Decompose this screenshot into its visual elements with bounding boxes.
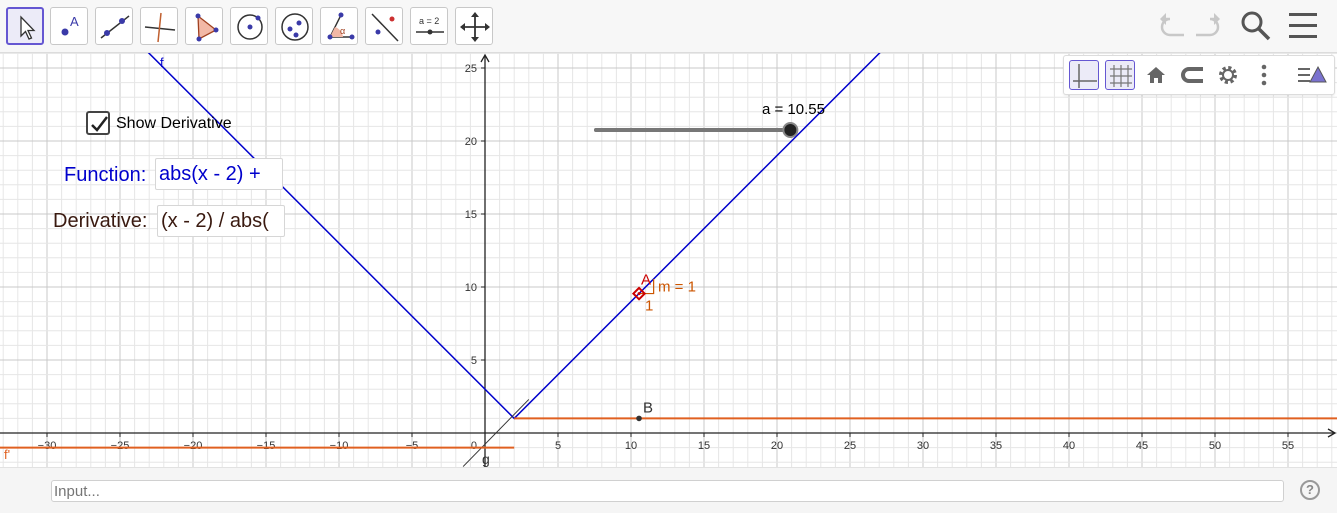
x-tick-label: 50 (1209, 440, 1221, 452)
line-through-points-icon (100, 15, 130, 39)
point-a-label: A (641, 272, 651, 289)
derivative-input[interactable]: (x - 2) / abs( (157, 205, 285, 237)
slider-icon: a = 2 (416, 16, 444, 35)
point-icon: A (61, 14, 79, 36)
function-f-label: f (160, 55, 164, 70)
x-tick-label: −30 (38, 440, 57, 452)
point-a-dot (637, 292, 641, 296)
x-tick-label: 10 (625, 440, 637, 452)
x-tick-label: 55 (1282, 440, 1294, 452)
x-tick-label: −20 (184, 440, 203, 452)
home-icon (1147, 67, 1165, 83)
derivative-label: Derivative: (53, 210, 148, 232)
x-tick-label: −5 (406, 440, 419, 452)
more-options-button[interactable] (1249, 60, 1279, 90)
search-button[interactable] (1239, 8, 1273, 47)
standard-view-button[interactable] (1141, 60, 1171, 90)
point-capturing-button[interactable] (1177, 60, 1207, 90)
search-icon (1241, 11, 1271, 41)
y-tick-label: 20 (465, 136, 477, 148)
redo-button[interactable] (1192, 8, 1224, 47)
angle-icon: α (327, 12, 355, 40)
point-b[interactable] (636, 415, 642, 422)
x-tick-label: −25 (111, 440, 130, 452)
gear-icon (1219, 66, 1237, 84)
y-tick-label: 15 (465, 209, 477, 221)
graphics-settings-button[interactable] (1213, 60, 1243, 90)
show-derivative-label: Show Derivative (116, 115, 232, 132)
slope-run-label: 1 (645, 298, 653, 315)
y-tick-label: 10 (465, 282, 477, 294)
reflect-about-line-icon (371, 13, 399, 42)
toggle-style-bar-button[interactable] (1296, 60, 1327, 90)
polygon-tool[interactable] (185, 7, 223, 45)
move-tool[interactable] (6, 7, 44, 45)
ellipse-icon (281, 13, 309, 41)
x-tick-label: 35 (990, 440, 1002, 452)
axes-icon (1073, 64, 1097, 88)
x-tick-label: 0 (471, 440, 477, 452)
x-tick-label: −15 (257, 440, 276, 452)
slider-a-knob[interactable] (782, 122, 799, 138)
function-input[interactable]: abs(x - 2) + (155, 158, 283, 190)
point-capture-icon (1181, 67, 1203, 83)
angle-tool-glyph: α (340, 26, 345, 36)
arrow-pointer-icon (20, 15, 36, 40)
toolbar: A α a = 2 (0, 0, 1337, 53)
circle-tool[interactable] (230, 7, 268, 45)
algebra-input[interactable] (51, 480, 1284, 502)
circle-center-point-icon (237, 14, 263, 40)
reflect-tool[interactable] (365, 7, 403, 45)
grid-icon (1110, 65, 1132, 87)
more-vert-icon (1261, 64, 1267, 86)
line-tool[interactable] (95, 7, 133, 45)
show-derivative-checkbox[interactable] (86, 111, 110, 135)
move-graphics-view-icon (460, 12, 490, 42)
perpendicular-line-tool[interactable] (140, 7, 178, 45)
point-b-label: B (643, 399, 653, 416)
redo-icon (1196, 13, 1220, 37)
x-tick-label: 30 (917, 440, 929, 452)
x-tick-label: 15 (698, 440, 710, 452)
toggle-axes-button[interactable] (1069, 60, 1099, 90)
point-tool[interactable]: A (50, 7, 88, 45)
point-tool-glyph: A (70, 14, 79, 29)
x-tick-label: 25 (844, 440, 856, 452)
menu-button[interactable] (1286, 8, 1320, 47)
move-graphics-view-tool[interactable] (455, 7, 493, 45)
slider-tool-glyph: a = 2 (419, 16, 439, 26)
x-tick-label: 40 (1063, 440, 1075, 452)
y-tick-label: 5 (471, 355, 477, 367)
polygon-icon (195, 13, 219, 42)
function-label: Function: (64, 164, 147, 186)
input-bar: ? (0, 467, 1337, 513)
toggle-grid-button[interactable] (1105, 60, 1135, 90)
help-button[interactable]: ? (1300, 480, 1320, 500)
undo-button[interactable] (1156, 8, 1188, 47)
x-tick-label: −10 (330, 440, 349, 452)
undo-icon (1160, 13, 1184, 37)
slider-a-label: a = 10.55 (762, 101, 825, 118)
angle-tool[interactable]: α (320, 7, 358, 45)
checkmark-icon (91, 116, 108, 132)
x-tick-label: 45 (1136, 440, 1148, 452)
x-tick-label: 20 (771, 440, 783, 452)
conic-tool[interactable] (275, 7, 313, 45)
graphics-style-bar (1063, 55, 1335, 95)
slider-tool[interactable]: a = 2 (410, 7, 448, 45)
x-tick-label: 5 (555, 440, 561, 452)
derivative-label-f-prime: f' (4, 447, 10, 462)
perpendicular-line-icon (144, 12, 176, 43)
y-tick-label: 25 (465, 63, 477, 75)
toggle-style-bar-icon (1298, 65, 1327, 83)
slope-label: m = 1 (658, 279, 696, 296)
tangent-label-g: g (482, 451, 490, 467)
menu-icon (1289, 13, 1317, 38)
